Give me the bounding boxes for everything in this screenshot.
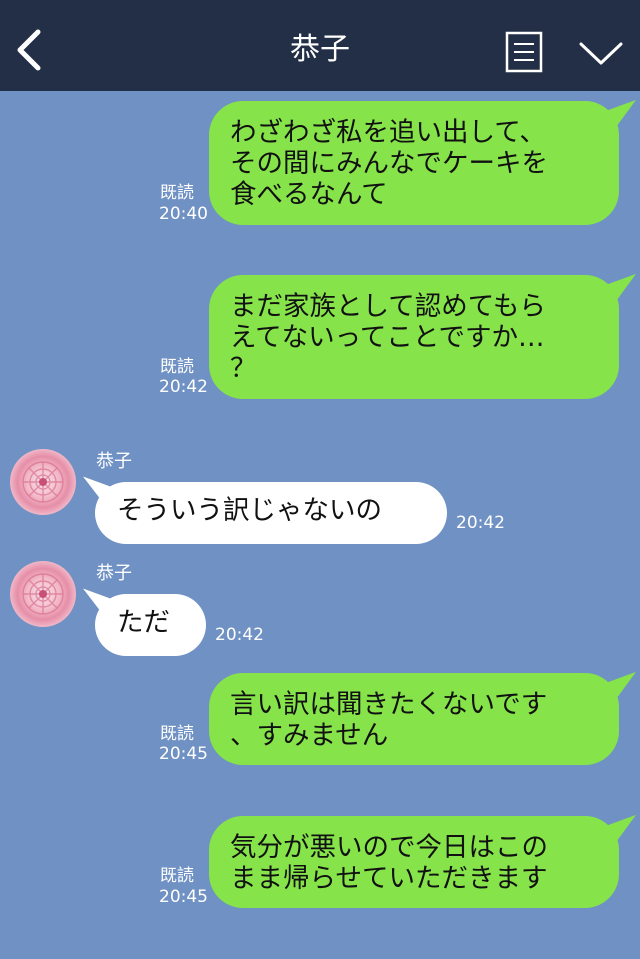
outgoing-message-bubble[interactable]: わざわざ私を追い出して、 その間にみんなでケーキを 食べるなんて <box>209 101 619 225</box>
sender-name: 恭子 <box>96 563 132 584</box>
outgoing-message-bubble[interactable]: 気分が悪いので今日はこの まま帰らせていただきます <box>209 816 619 908</box>
chevron-down-icon[interactable] <box>578 38 624 68</box>
message-timestamp: 20:45 <box>159 887 208 907</box>
chat-header: 恭子 <box>0 0 640 91</box>
contact-avatar[interactable] <box>10 449 76 515</box>
read-receipt: 既読 <box>160 724 194 744</box>
incoming-message-bubble[interactable]: ただ <box>95 594 206 656</box>
sender-name: 恭子 <box>96 451 132 472</box>
incoming-message-bubble[interactable]: そういう訳じゃないの <box>95 482 447 544</box>
outgoing-message-bubble[interactable]: まだ家族として認めてもら えてないってことですか… ？ <box>209 275 619 399</box>
read-receipt: 既読 <box>160 357 194 377</box>
flower-icon <box>22 573 64 615</box>
message-timestamp: 20:40 <box>159 204 208 224</box>
message-timestamp: 20:42 <box>456 513 505 533</box>
notes-menu-icon[interactable] <box>505 31 543 73</box>
read-receipt: 既読 <box>160 183 194 203</box>
contact-avatar[interactable] <box>10 561 76 627</box>
message-timestamp: 20:42 <box>159 377 208 397</box>
message-timestamp: 20:42 <box>215 625 264 645</box>
flower-icon <box>22 461 64 503</box>
outgoing-message-bubble[interactable]: 言い訳は聞きたくないです 、すみません <box>209 673 619 765</box>
message-timestamp: 20:45 <box>159 744 208 764</box>
read-receipt: 既読 <box>160 866 194 886</box>
chat-title: 恭子 <box>290 32 350 67</box>
